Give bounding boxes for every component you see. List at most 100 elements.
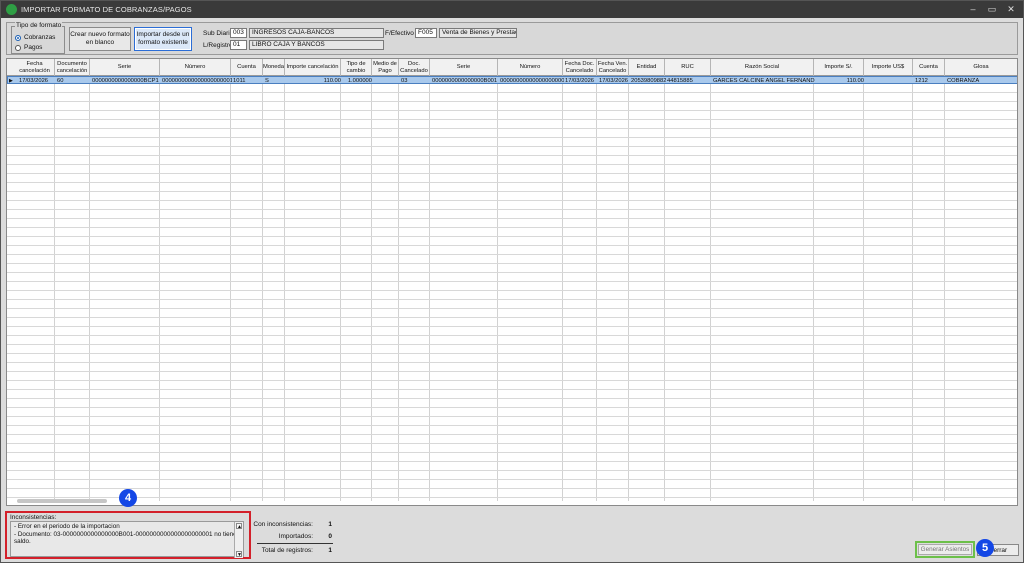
- empty-row[interactable]: [7, 220, 1017, 228]
- column-header[interactable]: Serie: [90, 59, 160, 76]
- empty-row[interactable]: [7, 157, 1017, 165]
- empty-row[interactable]: [7, 463, 1017, 471]
- empty-row[interactable]: [7, 202, 1017, 210]
- import-grid[interactable]: Fecha cancelación Documento cancelación Se…: [6, 58, 1018, 506]
- empty-row[interactable]: [7, 337, 1017, 345]
- import-existing-button[interactable]: Importar desde un formato existente: [134, 27, 192, 51]
- column-header[interactable]: RUC: [665, 59, 711, 76]
- empty-row[interactable]: [7, 400, 1017, 408]
- table-cell[interactable]: 03: [400, 77, 431, 85]
- empty-row[interactable]: [7, 454, 1017, 462]
- empty-row[interactable]: [7, 292, 1017, 300]
- table-cell[interactable]: S: [264, 77, 286, 85]
- column-header[interactable]: Fecha Doc. Cancelado: [563, 59, 597, 76]
- table-cell[interactable]: 1.000000: [342, 77, 373, 85]
- empty-row[interactable]: [7, 130, 1017, 138]
- empty-row[interactable]: [7, 481, 1017, 489]
- empty-row[interactable]: [7, 247, 1017, 255]
- empty-row[interactable]: [7, 427, 1017, 435]
- fefectivo-code-field[interactable]: F005: [415, 28, 437, 38]
- empty-row[interactable]: [7, 274, 1017, 282]
- table-cell[interactable]: 0000000000000000B001: [431, 77, 499, 85]
- empty-row[interactable]: [7, 445, 1017, 453]
- empty-row[interactable]: [7, 283, 1017, 291]
- empty-row[interactable]: [7, 346, 1017, 354]
- table-cell[interactable]: 110.00: [286, 77, 342, 85]
- empty-row[interactable]: [7, 184, 1017, 192]
- empty-row[interactable]: [7, 193, 1017, 201]
- column-header[interactable]: Medio de Pago: [372, 59, 399, 76]
- column-header[interactable]: Tipo de cambio: [341, 59, 372, 76]
- table-cell[interactable]: 0000000000000000000001: [499, 77, 564, 85]
- table-cell[interactable]: 0000000000000000000001: [161, 77, 232, 85]
- inconsistencies-textbox[interactable]: - Error en el periodo de la importacion …: [10, 521, 244, 558]
- table-cell[interactable]: 17/03/2026: [598, 77, 630, 85]
- empty-row[interactable]: [7, 94, 1017, 102]
- column-header[interactable]: Glosa: [945, 59, 1017, 76]
- table-cell[interactable]: [373, 77, 400, 85]
- column-header[interactable]: Documento cancelación: [55, 59, 90, 76]
- empty-row[interactable]: [7, 256, 1017, 264]
- empty-row[interactable]: [7, 265, 1017, 273]
- empty-row[interactable]: [7, 472, 1017, 480]
- empty-row[interactable]: [7, 391, 1017, 399]
- empty-row[interactable]: [7, 319, 1017, 327]
- column-header[interactable]: Entidad: [629, 59, 665, 76]
- radio-selected-icon[interactable]: [15, 35, 21, 41]
- column-header[interactable]: Fecha Ven. Cancelado: [597, 59, 629, 76]
- empty-row[interactable]: [7, 490, 1017, 498]
- empty-row[interactable]: [7, 418, 1017, 426]
- empty-row[interactable]: [7, 148, 1017, 156]
- column-header[interactable]: Doc. Cancelado: [399, 59, 430, 76]
- empty-row[interactable]: [7, 238, 1017, 246]
- radio-cobranzas[interactable]: Cobranzas: [15, 34, 63, 43]
- table-cell[interactable]: 60: [56, 77, 91, 85]
- column-header[interactable]: Importe S/.: [814, 59, 864, 76]
- close-icon[interactable]: ✕: [1004, 3, 1018, 16]
- lregistro-code-field[interactable]: 01: [230, 40, 247, 50]
- table-cell[interactable]: 17/03/2026: [564, 77, 598, 85]
- new-format-button[interactable]: Crear nuevo formato en blanco: [69, 27, 131, 51]
- table-cell[interactable]: 1011: [232, 77, 264, 85]
- empty-row[interactable]: [7, 229, 1017, 237]
- column-header[interactable]: Número: [160, 59, 231, 76]
- table-cell[interactable]: 44815885: [666, 77, 712, 85]
- column-header[interactable]: Moneda: [263, 59, 285, 76]
- column-header[interactable]: Cuenta: [913, 59, 945, 76]
- table-cell[interactable]: 17/03/2026: [18, 77, 58, 85]
- empty-row[interactable]: [7, 382, 1017, 390]
- empty-row[interactable]: [7, 121, 1017, 129]
- column-header[interactable]: Importe cancelación: [285, 59, 341, 76]
- column-header[interactable]: Razón Social: [711, 59, 814, 76]
- table-cell[interactable]: 110.00: [815, 77, 865, 85]
- restore-icon[interactable]: ▭: [985, 3, 999, 16]
- empty-row[interactable]: [7, 310, 1017, 318]
- table-cell[interactable]: 20539809882: [630, 77, 666, 85]
- empty-row[interactable]: [7, 139, 1017, 147]
- empty-row[interactable]: [7, 211, 1017, 219]
- column-header[interactable]: Importe US$: [864, 59, 913, 76]
- sub-diario-code-field[interactable]: 003: [230, 28, 247, 38]
- empty-row[interactable]: [7, 355, 1017, 363]
- column-header[interactable]: Número: [498, 59, 563, 76]
- empty-row[interactable]: [7, 436, 1017, 444]
- empty-row[interactable]: [7, 328, 1017, 336]
- empty-row[interactable]: [7, 103, 1017, 111]
- column-header[interactable]: Fecha cancelación: [15, 59, 55, 76]
- empty-row[interactable]: [7, 364, 1017, 372]
- column-header[interactable]: Cuenta: [231, 59, 263, 76]
- grid-body[interactable]: ▶ 17/03/2026 60 0000000000000000BCP1 0000000…: [7, 76, 1017, 501]
- table-cell[interactable]: GARCES CALCINE ANGEL FERNANDO: [712, 77, 815, 85]
- empty-row[interactable]: [7, 166, 1017, 174]
- radio-pagos[interactable]: Pagos: [15, 44, 63, 53]
- empty-row[interactable]: [7, 112, 1017, 120]
- horizontal-scrollbar[interactable]: [17, 499, 107, 503]
- table-cell[interactable]: 0000000000000000BCP1: [91, 77, 161, 85]
- empty-row[interactable]: [7, 409, 1017, 417]
- generate-entries-button[interactable]: Generar Asientos: [918, 544, 972, 555]
- empty-row[interactable]: [7, 373, 1017, 381]
- table-cell[interactable]: 1212: [914, 77, 946, 85]
- minimize-icon[interactable]: –: [966, 3, 980, 16]
- empty-row[interactable]: [7, 85, 1017, 93]
- empty-row[interactable]: [7, 175, 1017, 183]
